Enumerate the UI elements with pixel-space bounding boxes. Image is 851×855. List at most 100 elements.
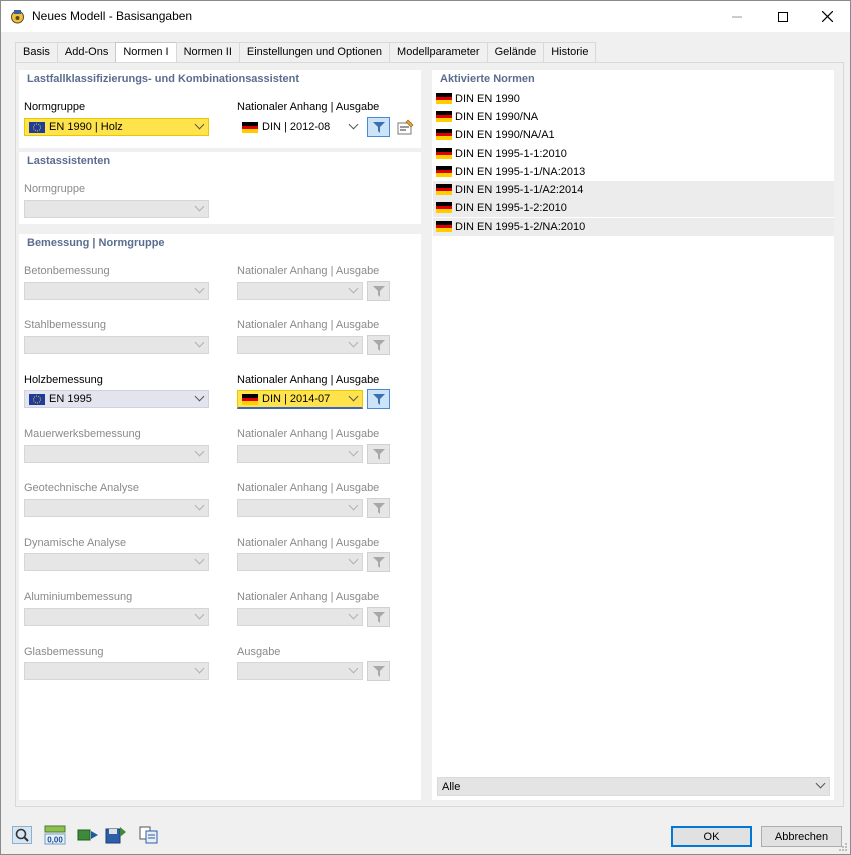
chevron-down-icon [348,663,359,674]
holz-filter-button[interactable] [367,389,390,409]
units-button[interactable]: 0,00 [44,825,66,845]
glas-filter-button[interactable] [367,661,390,681]
filter-icon [372,339,385,351]
filter-icon [372,121,385,133]
chevron-down-icon [348,554,359,565]
edit-settings-button[interactable] [394,117,417,137]
chevron-down-icon [348,337,359,348]
list-item[interactable]: DIN EN 1995-1-1/NA:2013 [433,163,834,181]
tab-gelaende[interactable]: Gelände [486,42,545,62]
geotechnik-anhang-label: Nationaler Anhang | Ausgabe [237,482,380,494]
eu-flag-icon [29,394,45,405]
lastfall-title: Lastfallklassifizierungs- und Kombinatio… [27,73,299,85]
help-button[interactable] [11,825,33,845]
chevron-down-icon [194,337,205,348]
glas-ausgabe-select[interactable] [237,662,363,680]
chevron-down-icon [348,283,359,294]
tab-modellparameter[interactable]: Modellparameter [389,42,488,62]
eu-flag-icon [29,122,45,133]
norm-label: DIN EN 1995-1-2/NA:2010 [455,221,586,233]
list-item[interactable]: DIN EN 1995-1-2:2010 [433,199,834,217]
norm-filter-select[interactable]: Alle [437,777,830,796]
holz-anhang-label: Nationaler Anhang | Ausgabe [237,374,380,386]
list-item[interactable]: DIN EN 1990 [433,90,834,108]
tab-basis[interactable]: Basis [15,42,58,62]
aluminiumbemessung-select[interactable] [24,608,209,626]
de-flag-icon [436,166,452,177]
resize-grip-icon[interactable] [838,842,848,852]
glasbemessung-label: Glasbemessung [24,646,104,658]
mauerwerk-filter-button[interactable] [367,444,390,464]
geotechnische-analyse-select[interactable] [24,499,209,517]
cancel-button[interactable]: Abbrechen [761,826,842,847]
tab-normen-1[interactable]: Normen I [115,42,177,63]
zero-label: 0,00 [47,836,63,845]
list-item[interactable]: DIN EN 1995-1-2/NA:2010 [433,218,834,236]
normgruppe-value: EN 1990 | Holz [49,121,123,133]
glasbemessung-select[interactable] [24,662,209,680]
tab-historie[interactable]: Historie [543,42,597,62]
geotechnik-filter-button[interactable] [367,498,390,518]
close-icon [821,11,833,22]
normgruppe-select[interactable]: EN 1990 | Holz [24,118,209,136]
list-item[interactable]: DIN EN 1995-1-1:2010 [433,145,834,163]
de-flag-icon [436,93,452,104]
list-item[interactable]: DIN EN 1995-1-1/A2:2014 [433,181,834,199]
betonbemessung-select[interactable] [24,282,209,300]
mauerwerksbemessung-label: Mauerwerksbemessung [24,428,141,440]
dynamik-anhang-select[interactable] [237,553,363,571]
aluminium-anhang-select[interactable] [237,608,363,626]
list-item[interactable]: DIN EN 1990/NA/A1 [433,126,834,144]
minimize-button[interactable] [714,1,760,32]
norm-label: DIN EN 1995-1-1/A2:2014 [455,184,584,196]
de-flag-icon [242,122,258,133]
holz-anhang-select[interactable]: DIN | 2014-07 [237,390,363,409]
holzbemessung-select[interactable]: EN 1995 [24,390,209,408]
filter-button[interactable] [367,117,390,137]
filter-icon [372,611,385,623]
minimize-icon [732,16,742,17]
tab-strip: Basis Add-Ons Normen I Normen II Einstel… [15,42,597,63]
mauerwerk-anhang-select[interactable] [237,445,363,463]
bemessung-title: Bemessung | Normgruppe [27,237,165,249]
tab-einstellungen[interactable]: Einstellungen und Optionen [238,42,391,62]
units-icon: 0,00 [44,825,66,845]
chevron-down-icon [348,500,359,511]
load-settings-button[interactable] [77,825,99,845]
beton-anhang-select[interactable] [237,282,363,300]
mauerwerksbemessung-select[interactable] [24,445,209,463]
copy-button[interactable] [138,825,160,845]
copy-icon [139,826,158,844]
filter-icon [372,502,385,514]
stahl-anhang-select[interactable] [237,336,363,354]
ok-button[interactable]: OK [671,826,752,847]
chevron-down-icon [348,119,359,130]
betonbemessung-label: Betonbemessung [24,265,110,277]
chevron-down-icon [194,500,205,511]
tab-normen-2[interactable]: Normen II [175,42,240,62]
app-icon [11,10,24,24]
holzbemessung-value: EN 1995 [49,393,92,405]
lastassistent-normgruppe-label: Normgruppe [24,183,86,195]
chevron-down-icon [815,778,826,789]
beton-filter-button[interactable] [367,281,390,301]
geotechnik-anhang-select[interactable] [237,499,363,517]
stahlbemessung-select[interactable] [24,336,209,354]
dynamik-filter-button[interactable] [367,552,390,572]
stahl-filter-button[interactable] [367,335,390,355]
save-settings-button[interactable] [105,825,127,845]
lastassistent-normgruppe-select[interactable] [24,200,209,218]
aktivierte-normen-panel: Aktivierte Normen DIN EN 1990 DIN EN 199… [432,70,834,800]
aluminium-filter-button[interactable] [367,607,390,627]
holzbemessung-label: Holzbemessung [24,374,103,386]
norm-label: DIN EN 1990/NA/A1 [455,129,555,141]
lastassistenten-title: Lastassistenten [27,155,111,167]
de-flag-icon [436,202,452,213]
aluminium-anhang-label: Nationaler Anhang | Ausgabe [237,591,380,603]
anhang-select[interactable]: DIN | 2012-08 [237,118,363,136]
close-button[interactable] [804,1,850,32]
dynamische-analyse-select[interactable] [24,553,209,571]
maximize-button[interactable] [760,1,806,32]
tab-add-ons[interactable]: Add-Ons [56,42,117,62]
list-item[interactable]: DIN EN 1990/NA [433,108,834,126]
